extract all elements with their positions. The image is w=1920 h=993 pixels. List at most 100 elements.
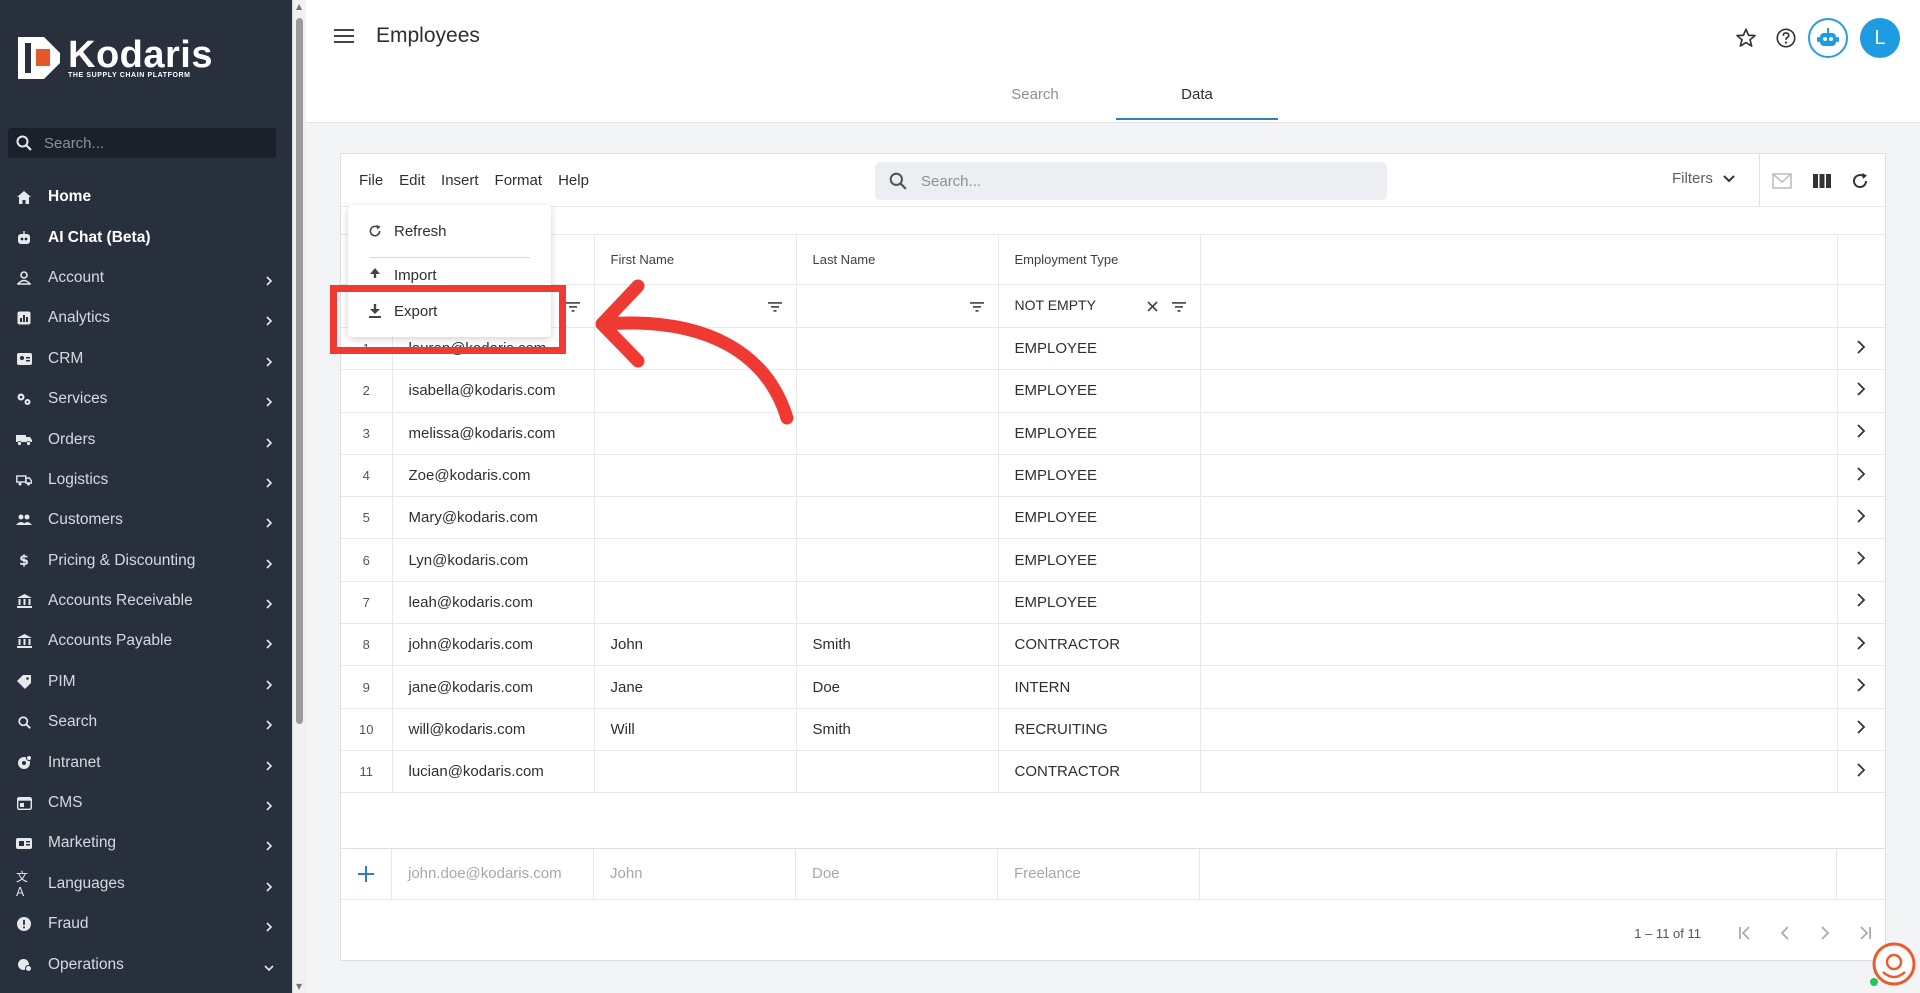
- sidebar-item-intranet[interactable]: Intranet: [0, 742, 292, 782]
- row-open-cell[interactable]: [1837, 538, 1885, 582]
- truck-icon: [16, 432, 32, 448]
- sidebar-item-analytics[interactable]: Analytics: [0, 298, 292, 338]
- prev-page-icon[interactable]: [1765, 918, 1805, 948]
- row-open-cell[interactable]: [1837, 708, 1885, 751]
- sidebar-item-orders[interactable]: Orders: [0, 419, 292, 459]
- next-page-icon[interactable]: [1805, 918, 1845, 948]
- sidebar-item-search[interactable]: Search: [0, 702, 292, 742]
- menu-insert[interactable]: Insert: [441, 172, 479, 189]
- row-open-cell[interactable]: [1837, 581, 1885, 625]
- table-row[interactable]: 5 Mary@kodaris.com EMPLOYEE: [341, 496, 1885, 540]
- star-icon[interactable]: [1726, 18, 1766, 58]
- sidebar-item-logistics[interactable]: Logistics: [0, 460, 292, 500]
- scrollbar-thumb[interactable]: [296, 18, 303, 724]
- sidebar-item-marketing[interactable]: Marketing: [0, 823, 292, 863]
- filters-dropdown[interactable]: Filters: [1672, 170, 1735, 187]
- menu-help[interactable]: Help: [558, 172, 589, 189]
- employment-type-cell: CONTRACTOR: [998, 623, 1201, 667]
- new-email-field[interactable]: john.doe@kodaris.com: [392, 849, 594, 899]
- table-row[interactable]: 10 will@kodaris.com Will Smith RECRUITING: [341, 708, 1885, 751]
- sidebar-item-home[interactable]: Home: [0, 177, 292, 217]
- table-row[interactable]: 8 john@kodaris.com John Smith CONTRACTOR: [341, 623, 1885, 667]
- sidebar-item-fraud[interactable]: Fraud: [0, 904, 292, 944]
- grid-search-input[interactable]: [919, 171, 1363, 191]
- table-row[interactable]: 4 Zoe@kodaris.com EMPLOYEE: [341, 454, 1885, 498]
- chevron-right-icon[interactable]: [1856, 509, 1866, 523]
- sidebar-item-customers[interactable]: Customers: [0, 500, 292, 540]
- filter-icon[interactable]: [565, 299, 580, 316]
- chevron-right-icon[interactable]: [1856, 424, 1866, 438]
- sidebar-item-account[interactable]: Account: [0, 258, 292, 298]
- row-open-cell[interactable]: [1837, 665, 1885, 709]
- menu-icon[interactable]: [334, 28, 354, 44]
- table-row[interactable]: 1 lauren@kodaris.com EMPLOYEE: [341, 327, 1885, 371]
- user-avatar[interactable]: L: [1860, 18, 1900, 58]
- chevron-right-icon[interactable]: [1856, 466, 1866, 481]
- table-row[interactable]: 11 lucian@kodaris.com CONTRACTOR: [341, 750, 1885, 794]
- sidebar-item-pim[interactable]: PIM: [0, 662, 292, 702]
- sidebar-item-accounts-receivable[interactable]: Accounts Receivable: [0, 581, 292, 621]
- chevron-right-icon[interactable]: [1856, 340, 1866, 354]
- scroll-down-icon[interactable]: ▼: [296, 982, 302, 991]
- row-open-cell[interactable]: [1837, 623, 1885, 667]
- chevron-right-icon[interactable]: [1856, 636, 1866, 650]
- ai-assistant-button[interactable]: [1808, 18, 1848, 58]
- new-employment-type-field[interactable]: Freelance: [998, 849, 1200, 899]
- row-open-cell[interactable]: [1837, 750, 1885, 794]
- first-page-icon[interactable]: [1725, 918, 1765, 948]
- menu-file[interactable]: File: [359, 172, 383, 189]
- chevron-right-icon[interactable]: [1856, 593, 1866, 608]
- row-open-cell[interactable]: [1837, 412, 1885, 455]
- chevron-right-icon[interactable]: [1856, 762, 1866, 777]
- chevron-right-icon[interactable]: [1856, 720, 1866, 734]
- filter-icon[interactable]: [969, 299, 984, 316]
- tab-data[interactable]: Data: [1116, 78, 1278, 120]
- column-header-employment-type[interactable]: Employment Type: [998, 234, 1201, 285]
- menu-format[interactable]: Format: [495, 172, 543, 189]
- chevron-right-icon[interactable]: [1856, 382, 1866, 396]
- filter-cell-last-name[interactable]: [796, 284, 999, 328]
- sidebar-item-pricing[interactable]: $ Pricing & Discounting: [0, 541, 292, 581]
- sidebar-item-languages[interactable]: 文A Languages: [0, 864, 292, 904]
- table-row[interactable]: 2 isabella@kodaris.com EMPLOYEE: [341, 369, 1885, 413]
- help-icon[interactable]: [1766, 18, 1806, 58]
- sidebar-scrollbar[interactable]: ▲ ▼: [292, 0, 306, 993]
- email-icon[interactable]: [1771, 170, 1793, 192]
- columns-icon[interactable]: [1811, 170, 1833, 192]
- sidebar-search-input[interactable]: [42, 133, 266, 153]
- bank-icon: [16, 633, 32, 649]
- employment-type-cell: RECRUITING: [998, 708, 1201, 751]
- new-last-name-field[interactable]: Doe: [796, 849, 998, 899]
- file-menu-import[interactable]: Import: [348, 265, 551, 285]
- clear-filter-icon[interactable]: [1146, 299, 1158, 316]
- sidebar-item-services[interactable]: Services: [0, 379, 292, 419]
- sidebar-item-accounts-payable[interactable]: Accounts Payable: [0, 621, 292, 661]
- sidebar-item-ai-chat[interactable]: AI Chat (Beta): [0, 217, 292, 257]
- row-open-cell[interactable]: [1837, 454, 1885, 498]
- chat-widget-button[interactable]: [1870, 942, 1916, 988]
- filter-icon[interactable]: [1171, 299, 1186, 316]
- table-row[interactable]: 6 Lyn@kodaris.com EMPLOYEE: [341, 538, 1885, 582]
- chevron-right-icon[interactable]: [1856, 551, 1866, 565]
- sidebar-item-cms[interactable]: CMS: [0, 783, 292, 823]
- column-header-last-name[interactable]: Last Name: [796, 234, 999, 285]
- table-row[interactable]: 9 jane@kodaris.com Jane Doe INTERN: [341, 665, 1885, 709]
- refresh-icon[interactable]: [1849, 170, 1871, 192]
- tab-search[interactable]: Search: [954, 78, 1116, 120]
- brand-logo[interactable]: Kodaris THE SUPPLY CHAIN PLATFORM: [18, 36, 213, 79]
- table-row[interactable]: 3 melissa@kodaris.com EMPLOYEE: [341, 412, 1885, 455]
- add-row-button[interactable]: [341, 849, 392, 899]
- sidebar-item-crm[interactable]: CRM: [0, 339, 292, 379]
- row-open-cell[interactable]: [1837, 327, 1885, 371]
- scroll-up-icon[interactable]: ▲: [296, 2, 302, 11]
- menu-edit[interactable]: Edit: [399, 172, 425, 189]
- table-row[interactable]: 7 leah@kodaris.com EMPLOYEE: [341, 581, 1885, 625]
- sidebar-item-operations[interactable]: Operations: [0, 944, 292, 984]
- services-icon: [16, 391, 32, 407]
- row-open-cell[interactable]: [1837, 496, 1885, 540]
- new-first-name-field[interactable]: John: [594, 849, 796, 899]
- row-open-cell[interactable]: [1837, 369, 1885, 413]
- chevron-right-icon[interactable]: [1856, 678, 1866, 692]
- filter-cell-employment-type[interactable]: NOT EMPTY: [998, 284, 1201, 328]
- file-menu-refresh[interactable]: Refresh: [348, 211, 551, 251]
